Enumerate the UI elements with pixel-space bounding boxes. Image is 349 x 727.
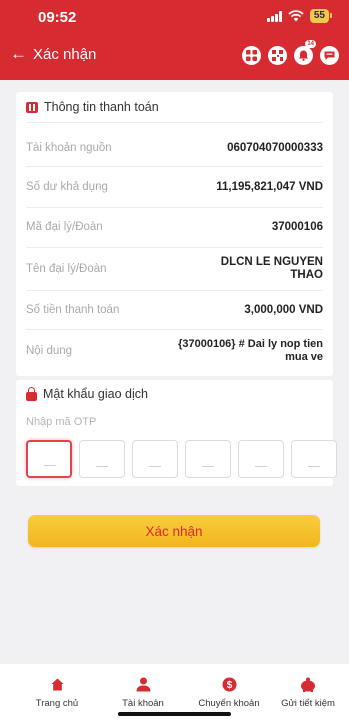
- divider: [26, 247, 323, 248]
- home-icon: [49, 676, 65, 692]
- qr-code-icon: [272, 50, 283, 61]
- otp-input-group: [26, 440, 337, 478]
- chat-icon: [324, 51, 335, 60]
- qr-scan-button[interactable]: [268, 46, 287, 65]
- info-label: Số tiền thanh toán: [26, 304, 120, 316]
- info-value: DLCN LE NGUYEN THAO: [220, 256, 323, 281]
- status-time: 09:52: [38, 9, 77, 26]
- piggy-bank-icon: [300, 676, 316, 692]
- nav-item-account[interactable]: Tài khoản: [98, 676, 188, 709]
- otp-digit-input[interactable]: [291, 440, 337, 478]
- status-bar: 09:52 55: [0, 0, 349, 38]
- confirm-button[interactable]: Xác nhận: [28, 515, 320, 547]
- payment-info-icon: [26, 101, 38, 113]
- svg-text:$: $: [226, 680, 232, 691]
- signal-icon: [267, 10, 282, 22]
- otp-card: Mật khẩu giao dịch Nhập mã OTP: [16, 380, 337, 486]
- transfer-icon: $: [221, 676, 237, 692]
- otp-digit-input[interactable]: [185, 440, 231, 478]
- otp-digit-input[interactable]: [132, 440, 178, 478]
- nav-item-home[interactable]: Trang chủ: [12, 676, 102, 709]
- back-button[interactable]: ← Xác nhận: [10, 45, 96, 63]
- nav-label: Tài khoản: [122, 698, 164, 709]
- app-header: 09:52 55 ← Xác nhận 14: [0, 0, 349, 80]
- notification-button[interactable]: 14: [294, 40, 316, 65]
- user-icon: [135, 676, 151, 692]
- otp-title: Mật khẩu giao dịch: [43, 387, 148, 401]
- divider: [26, 290, 323, 291]
- info-row-content: Nội dung {37000106} # Dai ly nop tien mu…: [26, 334, 323, 368]
- back-arrow-icon: ←: [10, 44, 27, 63]
- nav-item-transfer[interactable]: $ Chuyển khoản: [184, 676, 274, 709]
- payment-info-card: Thông tin thanh toán Tài khoản nguồn 060…: [16, 92, 333, 376]
- menu-grid-button[interactable]: [242, 46, 261, 65]
- info-row-payment-amount: Số tiền thanh toán 3,000,000 VND: [26, 295, 323, 325]
- divider: [26, 207, 323, 208]
- info-row-agent-code: Mã đại lý/Đoàn 37000106: [26, 212, 323, 242]
- bottom-nav: Trang chủ Tài khoản $ Chuyển khoản Gửi t…: [0, 664, 349, 727]
- divider: [26, 329, 323, 330]
- battery-icon: 55: [309, 9, 333, 23]
- lock-icon: [26, 386, 37, 401]
- info-label: Nội dung: [26, 345, 73, 357]
- info-label: Tài khoản nguồn: [26, 142, 112, 154]
- info-label: Mã đại lý/Đoàn: [26, 221, 103, 233]
- divider: [26, 166, 323, 167]
- payment-info-title: Thông tin thanh toán: [44, 100, 159, 114]
- notification-badge: 14: [305, 40, 316, 48]
- info-row-available-balance: Số dư khả dụng 11,195,821,047 VND: [26, 172, 323, 202]
- info-row-source-account: Tài khoản nguồn 060704070000333: [26, 133, 323, 163]
- status-icons: 55: [267, 9, 333, 23]
- page-title: Xác nhận: [33, 45, 97, 63]
- info-value: 11,195,821,047 VND: [216, 180, 323, 193]
- nav-item-savings[interactable]: Gửi tiết kiệm: [263, 676, 349, 709]
- info-value: {37000106} # Dai ly nop tien mua ve: [178, 338, 323, 363]
- nav-bar: ← Xác nhận 14: [0, 40, 349, 76]
- home-indicator: [118, 712, 231, 716]
- header-actions: 14: [242, 40, 339, 65]
- info-value: 3,000,000 VND: [244, 303, 323, 316]
- nav-label: Chuyển khoản: [198, 698, 260, 709]
- nav-label: Trang chủ: [35, 698, 79, 709]
- divider: [26, 122, 323, 123]
- nav-label: Gửi tiết kiệm: [281, 698, 335, 709]
- otp-placeholder: Nhập mã OTP: [26, 416, 97, 428]
- info-row-agent-name: Tên đại lý/Đoàn DLCN LE NGUYEN THAO: [26, 252, 323, 286]
- grid-icon: [246, 50, 257, 61]
- otp-digit-input[interactable]: [26, 440, 72, 478]
- payment-info-header: Thông tin thanh toán: [26, 100, 159, 114]
- bell-icon: [299, 50, 308, 61]
- otp-header: Mật khẩu giao dịch: [26, 386, 148, 401]
- info-value: 060704070000333: [227, 141, 323, 154]
- chat-button[interactable]: [320, 46, 339, 65]
- wifi-icon: [288, 10, 304, 22]
- info-label: Tên đại lý/Đoàn: [26, 263, 107, 275]
- otp-digit-input[interactable]: [238, 440, 284, 478]
- info-value: 37000106: [271, 220, 323, 233]
- otp-digit-input[interactable]: [79, 440, 125, 478]
- info-label: Số dư khả dụng: [26, 181, 108, 193]
